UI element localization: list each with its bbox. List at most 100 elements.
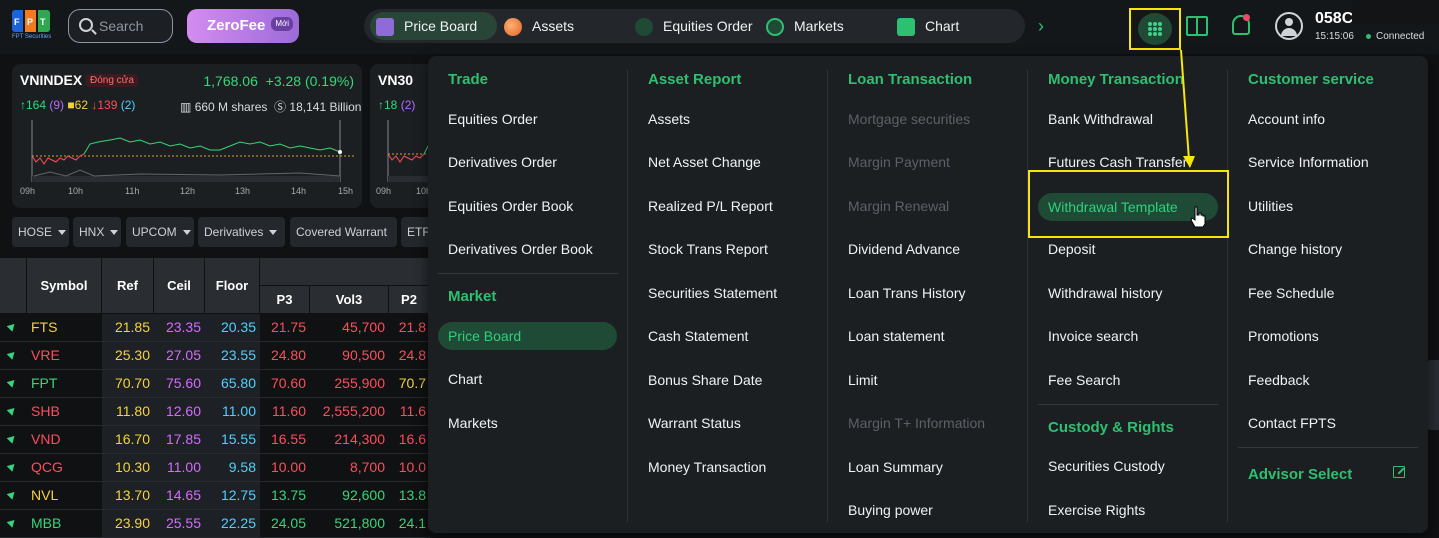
menu-item-loan-statement[interactable]: Loan statement xyxy=(848,328,945,344)
menu-item-contact-fpts[interactable]: Contact FPTS xyxy=(1248,415,1336,431)
menu-item-promotions[interactable]: Promotions xyxy=(1248,328,1319,344)
menu-item-futures-cash-transfer[interactable]: Futures Cash Transfer xyxy=(1048,154,1187,170)
table-header-ceil[interactable]: Ceil xyxy=(154,258,205,314)
cell-symbol[interactable]: FPT xyxy=(27,370,102,397)
menu-item-buying-power[interactable]: Buying power xyxy=(848,502,933,518)
table-row[interactable]: NVL 13.70 14.65 12.75 13.75 92,600 13.8 xyxy=(0,482,430,510)
pin-icon[interactable] xyxy=(6,377,18,388)
menu-item-invoice-search[interactable]: Invoice search xyxy=(1048,328,1138,344)
cell-symbol[interactable]: VND xyxy=(27,426,102,453)
nav-next-arrow-icon[interactable]: › xyxy=(1038,16,1044,37)
nav-equities-order[interactable]: Equities Order xyxy=(635,9,760,43)
menu-item-equities-order-book[interactable]: Equities Order Book xyxy=(448,198,573,214)
table-header-p3[interactable]: P3 xyxy=(260,286,310,314)
table-header-floor[interactable]: Floor xyxy=(205,258,260,314)
menu-item-derivatives-order-book[interactable]: Derivatives Order Book xyxy=(448,241,593,257)
pin-icon[interactable] xyxy=(6,433,18,444)
nav-chart[interactable]: Chart xyxy=(897,9,997,43)
advisor-select-link[interactable]: Advisor Select xyxy=(1248,466,1352,483)
gift-icon[interactable] xyxy=(1186,16,1208,36)
menu-item-securities-custody[interactable]: Securities Custody xyxy=(1048,458,1165,474)
pin-icon[interactable] xyxy=(6,349,18,360)
table-row[interactable]: FTS 21.85 23.35 20.35 21.75 45,700 21.8 xyxy=(0,314,430,342)
menu-item-chart[interactable]: Chart xyxy=(448,371,482,387)
menu-item-bonus-share-date[interactable]: Bonus Share Date xyxy=(648,372,762,388)
cell-symbol[interactable]: SHB xyxy=(27,398,102,425)
external-link-icon[interactable] xyxy=(1393,466,1405,478)
ceiling-count: (2) xyxy=(400,98,416,112)
pin-icon[interactable] xyxy=(6,517,18,528)
menu-item-securities-statement[interactable]: Securities Statement xyxy=(648,285,777,301)
apps-menu-button[interactable] xyxy=(1129,8,1181,50)
logo-text: FPT Securities xyxy=(12,34,52,40)
filter-covered-warrant[interactable]: Covered Warrant xyxy=(290,217,397,247)
avatar[interactable] xyxy=(1275,12,1303,40)
menu-item-markets[interactable]: Markets xyxy=(448,415,498,431)
menu-item-bank-withdrawal[interactable]: Bank Withdrawal xyxy=(1048,111,1153,127)
menu-item-stock-trans-report[interactable]: Stock Trans Report xyxy=(648,241,768,257)
cell-p2: 10.0 xyxy=(398,459,426,475)
table-header-p2[interactable]: P2 xyxy=(389,286,430,314)
table-header-ref[interactable]: Ref xyxy=(102,258,154,314)
menu-item-withdrawal-history[interactable]: Withdrawal history xyxy=(1048,285,1162,301)
table-row[interactable]: MBB 23.90 25.55 22.25 24.05 521,800 24.1 xyxy=(0,510,430,538)
menu-item-cash-statement[interactable]: Cash Statement xyxy=(648,328,748,344)
menu-item-money-transaction[interactable]: Money Transaction xyxy=(648,459,766,475)
menu-item-dividend-advance[interactable]: Dividend Advance xyxy=(848,241,960,257)
menu-item-feedback[interactable]: Feedback xyxy=(1248,372,1309,388)
cell-symbol[interactable]: VRE xyxy=(27,342,102,369)
pin-icon[interactable] xyxy=(6,321,18,332)
price-board-icon xyxy=(376,18,394,37)
pin-icon[interactable] xyxy=(6,405,18,416)
menu-item-utilities[interactable]: Utilities xyxy=(1248,198,1293,214)
cell-symbol[interactable]: QCG xyxy=(27,454,102,481)
menu-item-derivatives-order[interactable]: Derivatives Order xyxy=(448,154,557,170)
search-input[interactable] xyxy=(99,16,169,36)
table-row[interactable]: SHB 11.80 12.60 11.00 11.60 2,555,200 11.6 xyxy=(0,398,430,426)
table-row[interactable]: VND 16.70 17.85 15.55 16.55 214,300 16.6 xyxy=(0,426,430,454)
filter-hnx[interactable]: HNX xyxy=(73,217,121,247)
index-card-vnindex[interactable]: VNINDEX Đóng cửa 1,768.06 +3.28 (0.19%) … xyxy=(12,64,362,208)
menu-item-fee-search[interactable]: Fee Search xyxy=(1048,372,1120,388)
zerofee-button[interactable]: ZeroFee Mới xyxy=(187,9,299,43)
cell-symbol[interactable]: FTS xyxy=(27,314,102,341)
table-row[interactable]: FPT 70.70 75.60 65.80 70.60 255,900 70.7 xyxy=(0,370,430,398)
menu-item-price-board[interactable]: Price Board xyxy=(438,322,617,350)
table-header-symbol[interactable]: Symbol xyxy=(27,258,102,314)
svg-text:F: F xyxy=(14,17,20,27)
menu-item-realized-pl-report[interactable]: Realized P/L Report xyxy=(648,198,773,214)
menu-item-net-asset-change[interactable]: Net Asset Change xyxy=(648,154,761,170)
x-tick: 09h xyxy=(20,186,36,196)
filter-upcom[interactable]: UPCOM xyxy=(126,217,194,247)
menu-item-warrant-status[interactable]: Warrant Status xyxy=(648,415,741,431)
menu-item-fee-schedule[interactable]: Fee Schedule xyxy=(1248,285,1334,301)
filter-derivatives[interactable]: Derivatives xyxy=(198,217,285,247)
menu-item-assets[interactable]: Assets xyxy=(648,111,690,127)
cell-p2: 11.6 xyxy=(399,403,426,419)
cell-symbol[interactable]: NVL xyxy=(27,482,102,509)
search-box[interactable] xyxy=(68,9,173,43)
filter-hose[interactable]: HOSE xyxy=(12,217,69,247)
menu-item-loan-trans-history[interactable]: Loan Trans History xyxy=(848,285,966,301)
nav-assets[interactable]: Assets xyxy=(504,9,614,43)
connection-dot-icon xyxy=(1366,34,1371,39)
menu-col-customer: Customer service Account info Service In… xyxy=(1228,56,1428,533)
table-row[interactable]: VRE 25.30 27.05 23.55 24.80 90,500 24.8 xyxy=(0,342,430,370)
fpts-logo[interactable]: F P T FPT Securities xyxy=(12,10,56,44)
cell-floor: 9.58 xyxy=(205,454,260,481)
menu-item-loan-summary[interactable]: Loan Summary xyxy=(848,459,943,475)
menu-item-exercise-rights[interactable]: Exercise Rights xyxy=(1048,502,1145,518)
menu-item-service-information[interactable]: Service Information xyxy=(1248,154,1369,170)
menu-item-change-history[interactable]: Change history xyxy=(1248,241,1342,257)
collapse-panel-handle[interactable] xyxy=(1427,360,1439,430)
table-row[interactable]: QCG 10.30 11.00 9.58 10.00 8,700 10.0 xyxy=(0,454,430,482)
menu-item-deposit[interactable]: Deposit xyxy=(1048,241,1095,257)
pin-icon[interactable] xyxy=(6,461,18,472)
menu-item-limit[interactable]: Limit xyxy=(848,372,878,388)
pin-icon[interactable] xyxy=(6,489,18,500)
menu-item-equities-order[interactable]: Equities Order xyxy=(448,111,537,127)
nav-markets[interactable]: Markets xyxy=(766,9,866,43)
table-header-vol3[interactable]: Vol3 xyxy=(310,286,389,314)
menu-item-account-info[interactable]: Account info xyxy=(1248,111,1325,127)
nav-price-board[interactable]: Price Board xyxy=(370,12,497,40)
